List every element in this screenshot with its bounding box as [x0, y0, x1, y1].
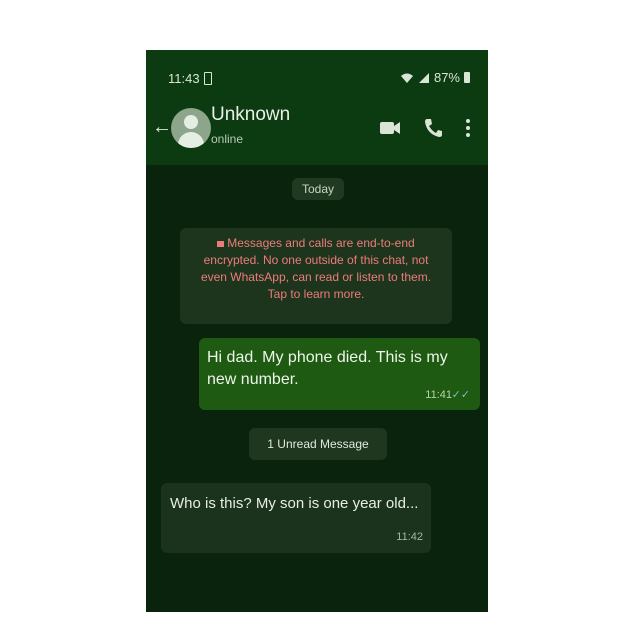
lock-icon: [217, 241, 225, 247]
battery-percent: 87%: [433, 70, 460, 85]
status-time: 11:43: [168, 71, 200, 86]
wifi-icon: [400, 72, 414, 84]
message-text: Hi dad. My phone died. This is my new nu…: [207, 349, 448, 388]
signal-icon: [418, 72, 430, 84]
message-time: 11:42: [396, 531, 423, 543]
more-options-icon[interactable]: [465, 118, 471, 143]
chat-area[interactable]: Today Messages and calls are end-to-end …: [146, 165, 488, 612]
top-bar: 11:43 87% ← Unknown online: [146, 50, 488, 165]
avatar[interactable]: [171, 108, 211, 148]
unread-messages-chip: 1 Unread Message: [249, 428, 387, 460]
avatar-body: [178, 132, 204, 148]
sim-card-icon: [204, 72, 212, 85]
read-receipt-icon: ✓✓: [451, 389, 470, 401]
encryption-notice-text: Messages and calls are end-to-end encryp…: [200, 236, 432, 301]
contact-status: online: [211, 132, 244, 146]
battery-icon: [464, 72, 470, 83]
status-right-group: 87%: [400, 70, 470, 85]
phone-screen: 11:43 87% ← Unknown online Today Message…: [146, 50, 488, 612]
message-time: 11:41: [425, 389, 452, 401]
outgoing-message[interactable]: Hi dad. My phone died. This is my new nu…: [199, 338, 480, 410]
video-call-icon[interactable]: [379, 120, 401, 141]
status-bar: 11:43 87%: [146, 68, 488, 92]
back-arrow-icon[interactable]: ←: [152, 116, 172, 139]
message-text: Who is this? My son is one year old...: [170, 495, 419, 512]
encryption-notice[interactable]: Messages and calls are end-to-end encryp…: [180, 228, 452, 324]
incoming-message[interactable]: Who is this? My son is one year old... 1…: [161, 483, 431, 553]
phone-call-icon[interactable]: [424, 118, 442, 143]
date-chip: Today: [292, 178, 345, 200]
chat-header[interactable]: ← Unknown online: [146, 100, 488, 160]
avatar-head: [184, 115, 198, 129]
contact-name[interactable]: Unknown: [211, 104, 290, 126]
